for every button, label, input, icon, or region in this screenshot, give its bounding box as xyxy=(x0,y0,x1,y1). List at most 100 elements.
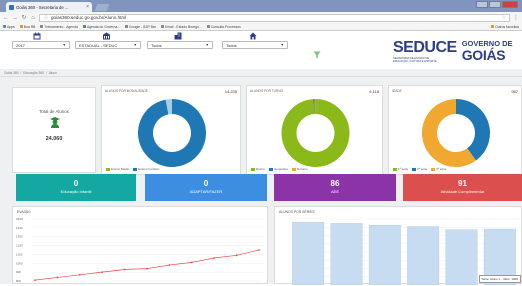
address-bar[interactable]: ⓘ goias360.seduc.go.gov.br/Aluno.html ☆ xyxy=(39,13,510,22)
apps-icon xyxy=(3,25,6,28)
bookmark-item[interactable]: Email - Estado Bruego... xyxy=(160,25,202,29)
school-select[interactable]: Todos ▼ xyxy=(222,41,288,49)
forward-icon[interactable]: → xyxy=(12,15,18,21)
chevron-down-icon: ▼ xyxy=(280,43,284,47)
panel-title: EVASÃO xyxy=(17,210,31,214)
reload-icon[interactable]: ↻ xyxy=(21,15,27,21)
y-tick-label: 1300 xyxy=(16,235,23,239)
stat-tile-adaptar[interactable]: 0 ADAPTAR/FAZER xyxy=(145,174,267,201)
student-icon xyxy=(49,116,61,128)
stat-tile-aee[interactable]: 86 AEE xyxy=(274,174,396,201)
close-window-button[interactable] xyxy=(502,1,518,8)
series-bar[interactable] xyxy=(445,229,478,286)
page-info-icon[interactable]: ⓘ xyxy=(43,15,49,20)
bookmark-item[interactable]: Google - SSP Bar xyxy=(125,25,156,29)
close-tab-icon[interactable]: × xyxy=(86,4,89,10)
region-select[interactable]: ESTADUAL - SEDUC ▼ xyxy=(75,41,141,49)
y-tick-label: 1000 xyxy=(16,261,23,265)
breadcrumb-item: Aluno xyxy=(48,70,57,75)
home-icon[interactable]: ⌂ xyxy=(30,15,36,21)
bookmark-item[interactable]: Treinamento - Agenda xyxy=(40,25,78,29)
y-tick-label: 900 xyxy=(16,270,21,274)
stat-tile-infantil[interactable]: 0 Educação Infantil xyxy=(16,174,136,201)
line-point[interactable] xyxy=(123,268,126,271)
legend-item[interactable]: Ensino Fundam. xyxy=(133,167,160,171)
panel-title: ALUNOS POR SÉRIES xyxy=(279,210,315,214)
legend-item[interactable]: Noturno xyxy=(292,167,308,171)
line-point[interactable] xyxy=(258,249,260,251)
donut-chart xyxy=(281,99,350,167)
line-point[interactable] xyxy=(56,276,59,279)
breadcrumb-item[interactable]: Goiás 360 xyxy=(4,71,19,75)
browser-tab-bar: Goiás 360 - Secretaria de ... × xyxy=(0,0,522,12)
line-point[interactable] xyxy=(146,267,148,270)
donut-legend: Diurno Vespertino Noturno xyxy=(251,167,308,171)
back-icon[interactable]: ← xyxy=(3,15,9,21)
y-tick-label: 1500 xyxy=(16,217,23,221)
stat-value: 86 xyxy=(330,179,340,188)
donut-legend: 1ª série 2ª série 3ª série xyxy=(393,167,446,171)
maximize-button[interactable] xyxy=(489,1,501,8)
bookmark-item[interactable]: Agenda do Governa... xyxy=(82,25,120,29)
donut-slice[interactable] xyxy=(456,99,490,161)
legend-item[interactable]: Ensino Médio xyxy=(106,167,129,171)
evasao-line-chart: 1500 1400 1300 1200 1100 1000 900 800 xyxy=(16,217,263,283)
series-bar[interactable] xyxy=(368,225,401,286)
total-students-card: Total de Alunos 24.060 xyxy=(12,87,96,173)
dashboard-content: Total de Alunos 24.060 ALUNOS POR MODALI… xyxy=(0,77,522,286)
breadcrumb-item[interactable]: Educação 360 xyxy=(23,71,43,75)
chevron-down-icon: ▼ xyxy=(133,43,137,47)
stat-label: ADAPTAR/FAZER xyxy=(189,189,223,194)
tab-title: Goiás 360 - Secretaria de ... xyxy=(16,4,69,10)
legend-item[interactable]: 2ª série xyxy=(412,167,427,171)
line-point[interactable] xyxy=(190,261,193,264)
series-panel: ALUNOS POR SÉRIES Série: Aluno 1 - Valor… xyxy=(274,206,522,286)
donut-chart xyxy=(138,99,207,167)
legend-item[interactable]: Diurno xyxy=(251,167,265,171)
minimize-button[interactable] xyxy=(476,1,488,8)
chart-tooltip: Série: Aluno 1 - Valor: 1000 xyxy=(478,275,521,283)
browser-tab[interactable]: Goiás 360 - Secretaria de ... × xyxy=(6,2,92,12)
series-bar[interactable] xyxy=(292,221,325,286)
donut-card-idade: IDADE 957 1ª série 2ª série 3ª série xyxy=(388,85,522,175)
other-bookmarks[interactable]: Outros favoritos xyxy=(491,25,519,29)
series-bar[interactable] xyxy=(407,226,440,286)
filter-school: Todos ▼ xyxy=(222,32,288,49)
y-tick-label: 1200 xyxy=(16,244,23,248)
filter-municipality: Todos ▼ xyxy=(147,32,213,49)
bookmark-item[interactable]: Apps xyxy=(3,25,15,29)
bookmark-star-icon[interactable]: ☆ xyxy=(502,15,506,21)
stat-tile-complementar[interactable]: 91 Atividade Complementar xyxy=(403,174,522,201)
building-icon xyxy=(101,32,111,40)
line-point[interactable] xyxy=(34,279,36,282)
year-select[interactable]: 2017 ▼ xyxy=(12,41,70,49)
line-point[interactable] xyxy=(213,257,216,259)
line-point[interactable] xyxy=(235,254,238,257)
legend-item[interactable]: 3ª série xyxy=(431,167,446,171)
chevron-down-icon: ▼ xyxy=(62,43,66,47)
legend-item[interactable]: 1ª série xyxy=(393,167,408,171)
donut-chart xyxy=(422,99,490,167)
stat-label: Atividade Complementar xyxy=(440,189,485,194)
line-point[interactable] xyxy=(78,273,81,276)
bookmark-item[interactable]: Consulta Processos xyxy=(206,25,241,29)
goias-government-logo: GOVERNO DE GOIÁS xyxy=(461,39,513,63)
window-controls xyxy=(476,1,518,8)
browser-navbar: ← → ↻ ⌂ ⓘ goias360.seduc.go.gov.br/Aluno… xyxy=(0,12,522,23)
donut-card-modalidade: ALUNOS POR MODALIDADE 14.235 Ensino Médi… xyxy=(101,85,241,175)
legend-item[interactable]: Vespertino xyxy=(268,167,288,171)
municipality-select[interactable]: Todos ▼ xyxy=(147,41,213,49)
page-icon xyxy=(125,25,129,28)
donut-legend: Ensino Médio Ensino Fundam. xyxy=(106,167,160,171)
y-tick-label: 1400 xyxy=(16,226,23,230)
filter-icon[interactable] xyxy=(313,51,321,60)
y-tick-label: 800 xyxy=(16,279,21,283)
bookmark-item[interactable]: Boa RB xyxy=(19,25,35,29)
line-point[interactable] xyxy=(168,264,171,266)
page-icon xyxy=(40,25,44,28)
series-bar[interactable] xyxy=(330,223,363,286)
browser-menu-icon[interactable]: ⋮ xyxy=(513,14,519,21)
line-point[interactable] xyxy=(101,271,104,274)
breadcrumb: Goiás 360/ Educação 360/ Aluno xyxy=(0,69,522,77)
new-tab-button[interactable] xyxy=(94,4,110,11)
